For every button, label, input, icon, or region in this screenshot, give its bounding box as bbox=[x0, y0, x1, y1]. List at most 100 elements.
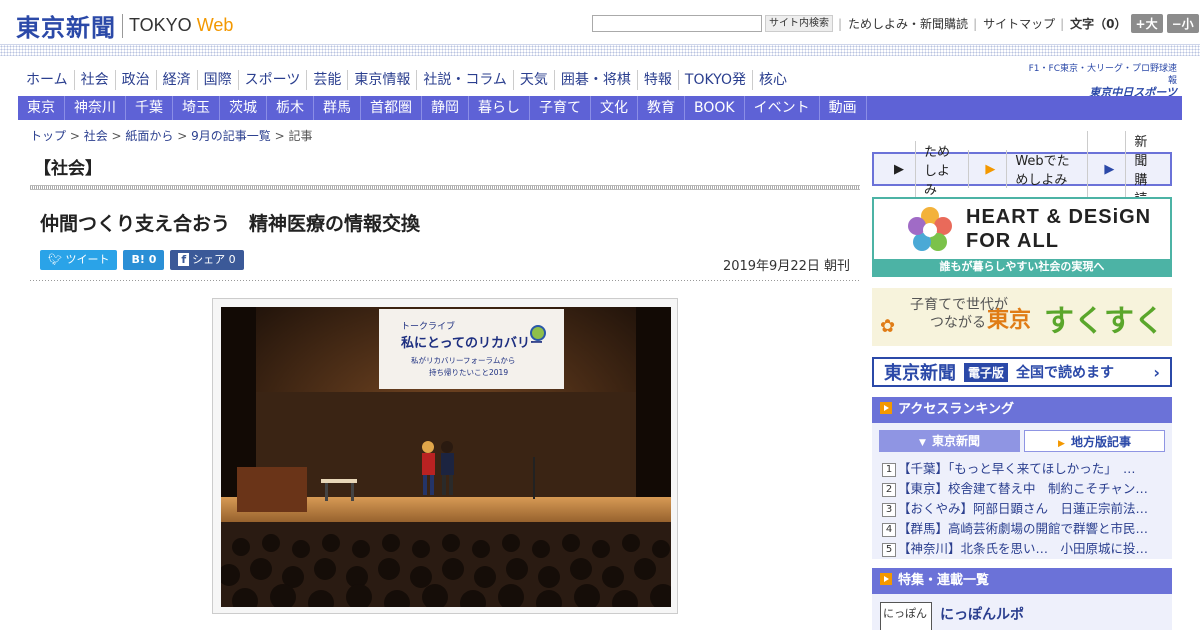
region-item-video[interactable]: 動画 bbox=[820, 96, 867, 120]
region-item-book[interactable]: BOOK bbox=[685, 96, 745, 120]
divider: | bbox=[838, 16, 843, 31]
list-item[interactable]: 4 【群馬】高崎芸術劇場の開館で群響と市民… bbox=[882, 519, 1166, 539]
digital-edition-banner[interactable]: 東京新聞 電子版 全国で読めます › bbox=[872, 357, 1172, 387]
nav-item-society[interactable]: 社会 bbox=[73, 70, 115, 90]
breadcrumb-top[interactable]: トップ bbox=[30, 129, 66, 143]
region-item-parenting[interactable]: 子育て bbox=[530, 96, 591, 120]
flower-icon: ✿ bbox=[880, 316, 896, 337]
heart-design-banner[interactable]: HEART & DESiGN FOR ALL 誰もが暮らしやすい社会の実現へ bbox=[872, 197, 1172, 277]
region-item-shutoken[interactable]: 首都圏 bbox=[361, 96, 422, 120]
subscribe-links: ▶ためしよみ ▶Webでためしよみ ▶新聞購読 bbox=[872, 131, 1172, 207]
region-item-gunma[interactable]: 群馬 bbox=[314, 96, 361, 120]
region-item-chiba[interactable]: 千葉 bbox=[126, 96, 173, 120]
share-buttons: 🐦︎ ツイート B! 0 f シェア 0 bbox=[40, 250, 250, 270]
nav-item-world[interactable]: 国際 bbox=[196, 70, 238, 90]
nav-item-editorial[interactable]: 社説・コラム bbox=[416, 70, 513, 90]
divider: | bbox=[973, 16, 978, 31]
sitemap-link[interactable]: サイトマップ bbox=[983, 15, 1055, 32]
nav-item-kakushin[interactable]: 核心 bbox=[751, 70, 793, 90]
subscribe-link[interactable]: ▶新聞購読 bbox=[1087, 131, 1170, 207]
region-item-culture[interactable]: 文化 bbox=[591, 96, 638, 120]
list-item[interactable]: 2 【東京】校舎建て替え中 制約こそチャン… bbox=[882, 479, 1166, 499]
nav-item-weather[interactable]: 天気 bbox=[512, 70, 554, 90]
font-size-label: 文字（0） bbox=[1070, 17, 1127, 31]
region-item-tokyo[interactable]: 東京 bbox=[18, 96, 65, 120]
sukusuku-text-4: すくすく bbox=[1044, 304, 1164, 339]
nav-item-home[interactable]: ホーム bbox=[20, 70, 74, 90]
trial-read-link[interactable]: ▶ ためしよみ bbox=[878, 140, 968, 198]
twitter-icon: 🐦︎ bbox=[48, 253, 62, 266]
nav-item-politics[interactable]: 政治 bbox=[114, 70, 156, 90]
region-item-education[interactable]: 教育 bbox=[638, 96, 685, 120]
tweet-button[interactable]: 🐦︎ ツイート bbox=[40, 250, 118, 270]
denshi-text: 全国で読めます bbox=[1016, 365, 1115, 381]
breadcrumb-current: 記事 bbox=[288, 129, 313, 143]
nav-item-tokuho[interactable]: 特報 bbox=[636, 70, 678, 90]
web-trial-link[interactable]: ▶ Webでためしよみ bbox=[968, 150, 1087, 188]
features-header: 特集・連載一覧 bbox=[872, 568, 1172, 594]
breadcrumb: トップ > 社会 > 紙面から > 9月の記事一覧 > 記事 bbox=[30, 129, 313, 143]
denshi-badge: 電子版 bbox=[964, 362, 1009, 382]
stage-photo-illustration: トークライブ 私にとってのリカバリー 私がリカバリーフォーラムから 持ち帰りたい… bbox=[221, 307, 671, 607]
nav-item-tokyo-hatsu[interactable]: TOKYO発 bbox=[677, 70, 752, 90]
article-photo[interactable]: トークライブ 私にとってのリカバリー 私がリカバリーフォーラムから 持ち帰りたい… bbox=[221, 307, 671, 607]
sukusuku-text-2: つながる bbox=[930, 315, 986, 331]
denshi-logo: 東京新聞 bbox=[884, 363, 956, 384]
list-item[interactable]: 3 【おくやみ】阿部日顕さん 日蓮正宗前法… bbox=[882, 499, 1166, 519]
play-square-icon bbox=[880, 402, 892, 414]
tokyo-sukusuku-banner[interactable]: ✿ 子育てで世代が つながる 東京 すくすく bbox=[872, 288, 1172, 346]
feature-thumbnail[interactable]: にっぽん bbox=[880, 602, 932, 630]
feature-title-link[interactable]: にっぽんルポ bbox=[940, 604, 1024, 624]
heart-design-subtitle: 誰もが暮らしやすい社会の実現へ bbox=[874, 259, 1170, 275]
article-date: 2019年9月22日 朝刊 bbox=[722, 259, 850, 274]
ranking-tab-tokyo[interactable]: ▼ 東京新聞 bbox=[879, 430, 1020, 452]
region-nav: 東京 神奈川 千葉 埼玉 茨城 栃木 群馬 首都圏 静岡 暮らし 子育て 文化 … bbox=[18, 96, 1182, 120]
article-divider bbox=[30, 280, 860, 281]
region-item-kanagawa[interactable]: 神奈川 bbox=[65, 96, 126, 120]
region-item-shizuoka[interactable]: 静岡 bbox=[422, 96, 469, 120]
header-tools: サイト内検索 | ためしよみ・新聞購読 | サイトマップ | 文字（0） +大 … bbox=[592, 14, 1199, 33]
nav-item-economy[interactable]: 経済 bbox=[155, 70, 197, 90]
flower-logo-icon bbox=[908, 207, 952, 251]
triangle-icon: ▶ bbox=[985, 161, 996, 177]
region-item-saitama[interactable]: 埼玉 bbox=[173, 96, 220, 120]
trial-subscribe-link[interactable]: ためしよみ・新聞購読 bbox=[848, 15, 968, 32]
font-smaller-button[interactable]: −小 bbox=[1166, 14, 1199, 33]
region-item-living[interactable]: 暮らし bbox=[469, 96, 530, 120]
promo-line-1: F1・FC東京・大リーグ・プロ野球速報 bbox=[1028, 64, 1177, 86]
chunichi-sports-link[interactable]: F1・FC東京・大リーグ・プロ野球速報 東京中日スポーツ bbox=[1027, 63, 1177, 99]
hatena-bookmark-button[interactable]: B! 0 bbox=[123, 250, 165, 270]
triangle-icon: ▶ bbox=[1104, 161, 1115, 177]
nav-item-go-shogi[interactable]: 囲碁・将棋 bbox=[553, 70, 637, 90]
triangle-down-icon: ▼ bbox=[919, 438, 926, 448]
ranking-tab-local[interactable]: ▶ 地方版記事 bbox=[1024, 430, 1165, 452]
breadcrumb-paper[interactable]: 紙面から bbox=[125, 129, 173, 143]
font-bigger-button[interactable]: +大 bbox=[1130, 14, 1163, 33]
logo-divider bbox=[122, 13, 123, 38]
article-photo-frame: トークライブ 私にとってのリカバリー 私がリカバリーフォーラムから 持ち帰りたい… bbox=[212, 298, 678, 614]
header-dot-divider bbox=[0, 44, 1200, 56]
region-item-ibaraki[interactable]: 茨城 bbox=[220, 96, 267, 120]
nav-item-tokyo-info[interactable]: 東京情報 bbox=[347, 70, 416, 90]
sukusuku-text-3: 東京 bbox=[987, 308, 1032, 333]
site-logo[interactable]: 東京新聞 TOKYO Web bbox=[16, 8, 233, 43]
region-item-event[interactable]: イベント bbox=[745, 96, 820, 120]
region-item-tochigi[interactable]: 栃木 bbox=[267, 96, 314, 120]
ranking-header: アクセスランキング bbox=[872, 397, 1172, 423]
search-button[interactable]: サイト内検索 bbox=[765, 15, 833, 32]
features-panel: にっぽん にっぽんルポ bbox=[872, 594, 1172, 630]
section-title: 【社会】 bbox=[34, 159, 102, 179]
search-input[interactable] bbox=[592, 15, 762, 32]
triangle-icon: ▶ bbox=[894, 161, 904, 177]
nav-item-sports[interactable]: スポーツ bbox=[237, 70, 307, 90]
nav-item-entertainment[interactable]: 芸能 bbox=[306, 70, 347, 90]
list-item[interactable]: 1 【千葉】「もっと早く来てほしかった」 … bbox=[882, 459, 1166, 479]
logo-en: TOKYO Web bbox=[129, 15, 234, 35]
breadcrumb-september[interactable]: 9月の記事一覧 bbox=[191, 129, 271, 143]
facebook-share-button[interactable]: f シェア 0 bbox=[170, 250, 244, 270]
divider: | bbox=[1060, 16, 1065, 31]
breadcrumb-society[interactable]: 社会 bbox=[84, 129, 108, 143]
screen-text-1: トークライブ bbox=[401, 320, 455, 332]
list-item[interactable]: 5 【神奈川】北条氏を思い… 小田原城に投… bbox=[882, 539, 1166, 559]
play-square-icon bbox=[880, 573, 892, 585]
